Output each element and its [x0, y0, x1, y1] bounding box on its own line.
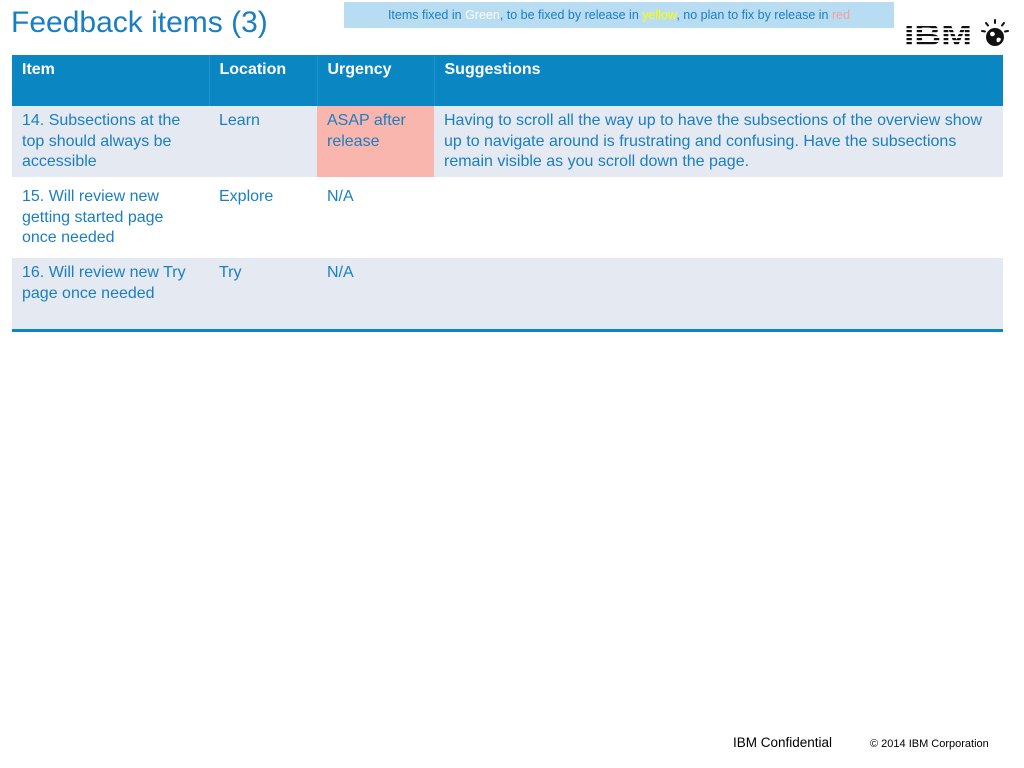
column-header-suggestions: Suggestions — [434, 55, 1003, 106]
legend-text-no-plan: , no plan to fix by release in — [676, 8, 832, 22]
table-row: 15. Will review new getting started page… — [12, 179, 1003, 258]
location-cell: Explore — [209, 179, 317, 258]
legend-green-word: Green — [465, 8, 500, 22]
suggestions-cell: Having to scroll all the way up to have … — [434, 106, 1003, 182]
urgency-cell: N/A — [317, 179, 434, 258]
column-header-location: Location — [209, 55, 318, 106]
legend-text-fixed: Items fixed in — [387, 8, 466, 22]
legend-red-word: red — [831, 8, 851, 22]
location-cell: Learn — [209, 106, 317, 182]
legend-yellow-word: yellow — [642, 8, 677, 22]
column-header-urgency: Urgency — [317, 55, 435, 106]
ibm-logo: IBM — [904, 19, 972, 48]
item-cell: 16. Will review new Try page once needed — [12, 255, 209, 332]
item-cell: 14. Subsections at the top should always… — [12, 106, 209, 182]
suggestions-cell — [434, 255, 1003, 332]
page-title: Feedback items (3) — [11, 6, 268, 39]
table-row: 16. Will review new Try page once needed… — [12, 255, 1003, 332]
suggestions-cell — [434, 179, 1003, 258]
legend-text-to-be-fixed: , to be fixed by release in — [499, 8, 643, 22]
item-cell: 15. Will review new getting started page… — [12, 179, 209, 258]
column-header-item: Item — [12, 55, 210, 106]
table-row: 14. Subsections at the top should always… — [12, 106, 1003, 182]
smarter-planet-globe-icon — [981, 19, 1009, 46]
table-header-row: Item Location Urgency Suggestions — [12, 55, 1003, 106]
status-legend: Items fixed in Green, to be fixed by rel… — [344, 2, 894, 28]
feedback-table: Item Location Urgency Suggestions 14. Su… — [12, 55, 1003, 332]
location-cell: Try — [209, 255, 317, 332]
confidential-label: IBM Confidential — [733, 735, 833, 750]
copyright-label: © 2014 IBM Corporation — [870, 738, 989, 750]
urgency-cell: N/A — [317, 255, 434, 332]
svg-text:IBM: IBM — [904, 19, 972, 48]
urgency-cell: ASAP after release — [317, 106, 434, 182]
